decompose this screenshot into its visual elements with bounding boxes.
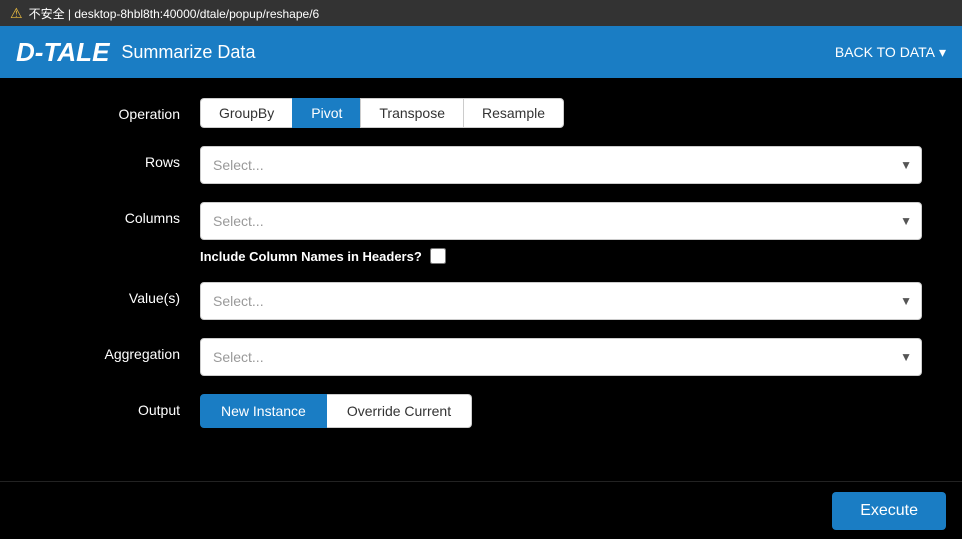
- app-logo: D-TALE: [16, 37, 109, 68]
- output-row: Output New Instance Override Current: [40, 394, 922, 428]
- new-instance-button[interactable]: New Instance: [200, 394, 327, 428]
- tab-resample[interactable]: Resample: [463, 98, 564, 128]
- include-col-names-checkbox[interactable]: [430, 248, 446, 264]
- warning-icon: ⚠: [10, 5, 23, 22]
- header-left: D-TALE Summarize Data: [16, 37, 255, 68]
- app-header: D-TALE Summarize Data BACK TO DATA ▾: [0, 26, 962, 78]
- logo-tale: TALE: [43, 37, 109, 67]
- logo-d: D: [16, 37, 35, 67]
- aggregation-control: Select... ▼: [200, 338, 922, 376]
- rows-row: Rows Select... ▼: [40, 146, 922, 184]
- main-content: Operation GroupBy Pivot Transpose Resamp…: [0, 78, 962, 481]
- values-control: Select... ▼: [200, 282, 922, 320]
- warning-bar: ⚠ 不安全 | desktop-8hbl8th:40000/dtale/popu…: [0, 0, 962, 26]
- aggregation-select[interactable]: Select...: [200, 338, 922, 376]
- rows-control: Select... ▼: [200, 146, 922, 184]
- footer: Execute: [0, 481, 962, 539]
- back-to-data-chevron: ▾: [939, 44, 946, 61]
- columns-row: Columns Select... ▼ Include Column Names…: [40, 202, 922, 264]
- tab-pivot[interactable]: Pivot: [292, 98, 360, 128]
- values-select-wrapper: Select... ▼: [200, 282, 922, 320]
- tab-transpose[interactable]: Transpose: [360, 98, 463, 128]
- rows-select-wrapper: Select... ▼: [200, 146, 922, 184]
- output-label: Output: [40, 394, 200, 418]
- rows-label: Rows: [40, 146, 200, 170]
- tab-groupby[interactable]: GroupBy: [200, 98, 292, 128]
- columns-select-wrapper: Select... ▼: [200, 202, 922, 240]
- aggregation-label: Aggregation: [40, 338, 200, 362]
- values-select[interactable]: Select...: [200, 282, 922, 320]
- aggregation-select-wrapper: Select... ▼: [200, 338, 922, 376]
- include-col-names-row: Include Column Names in Headers?: [200, 248, 922, 264]
- back-to-data-label: BACK TO DATA: [835, 44, 935, 60]
- values-label: Value(s): [40, 282, 200, 306]
- values-row: Value(s) Select... ▼: [40, 282, 922, 320]
- include-col-names-label: Include Column Names in Headers?: [200, 249, 422, 264]
- back-to-data-button[interactable]: BACK TO DATA ▾: [835, 44, 946, 61]
- columns-label: Columns: [40, 202, 200, 226]
- operation-label: Operation: [40, 98, 200, 122]
- columns-select[interactable]: Select...: [200, 202, 922, 240]
- operation-row: Operation GroupBy Pivot Transpose Resamp…: [40, 98, 922, 128]
- rows-select[interactable]: Select...: [200, 146, 922, 184]
- columns-control: Select... ▼ Include Column Names in Head…: [200, 202, 922, 264]
- output-buttons: New Instance Override Current: [200, 394, 922, 428]
- operation-tabs: GroupBy Pivot Transpose Resample: [200, 98, 922, 128]
- execute-button[interactable]: Execute: [832, 492, 946, 530]
- aggregation-row: Aggregation Select... ▼: [40, 338, 922, 376]
- warning-text: 不安全 | desktop-8hbl8th:40000/dtale/popup/…: [29, 5, 320, 22]
- override-current-button[interactable]: Override Current: [327, 394, 472, 428]
- page-title: Summarize Data: [121, 42, 255, 63]
